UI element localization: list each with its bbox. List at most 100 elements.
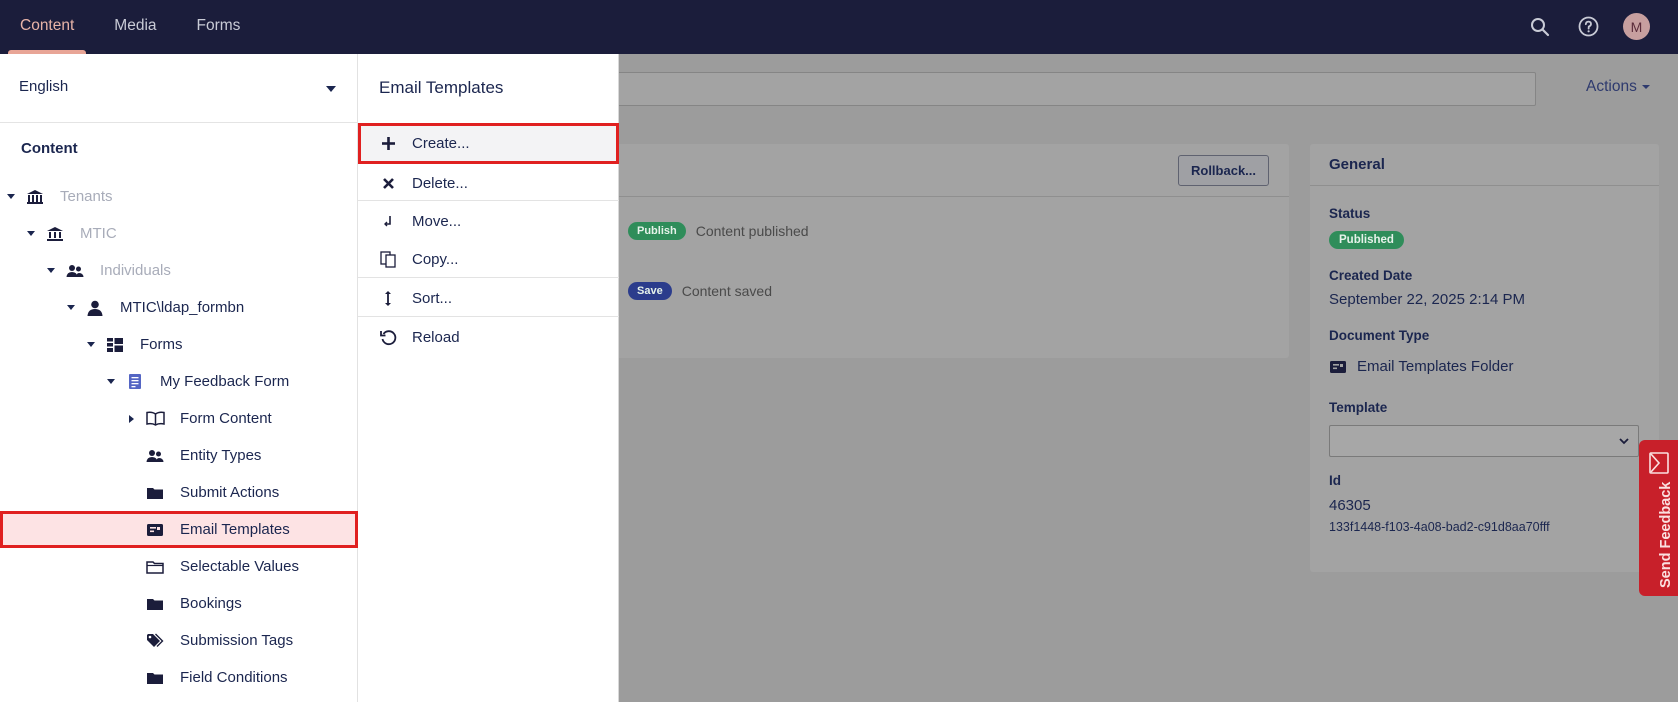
general-title: General	[1329, 156, 1385, 173]
tree-node-forms[interactable]: Forms	[0, 326, 358, 363]
folder-icon	[144, 483, 166, 503]
node-label: MTIC	[80, 225, 117, 242]
menu-item-create[interactable]: Create...	[358, 123, 619, 164]
history-card: Rollback... Publish Content published Sa…	[560, 144, 1289, 358]
divider	[358, 200, 619, 201]
node-label: MTIC\ldap_formbn	[120, 299, 245, 316]
nav-forms[interactable]: Forms	[177, 0, 261, 54]
tree-node-mtic[interactable]: MTIC	[0, 215, 358, 252]
tree-node-my-feedback-form[interactable]: My Feedback Form	[0, 363, 358, 400]
node-label: My Feedback Form	[160, 373, 290, 390]
menu-item-label: Reload	[412, 328, 460, 346]
expand-toggle[interactable]	[124, 414, 138, 423]
tree-node-user[interactable]: MTIC\ldap_formbn	[0, 289, 358, 326]
close-icon	[378, 173, 398, 193]
caret-down-icon	[1642, 85, 1651, 89]
move-arrow-icon	[378, 211, 398, 231]
menu-item-move[interactable]: Move...	[358, 202, 619, 240]
tree-node-form-content[interactable]: Form Content	[0, 400, 358, 437]
tree-node-bookings[interactable]: Bookings	[0, 585, 358, 622]
actions-label: Actions	[1586, 78, 1637, 95]
expand-toggle[interactable]	[44, 268, 58, 273]
document-icon	[124, 372, 146, 392]
email-card-icon	[144, 520, 166, 540]
publish-badge: Publish	[628, 222, 686, 240]
reload-icon	[378, 327, 398, 347]
language-select[interactable]: English	[0, 54, 358, 123]
main-navigation: Content Media Forms	[0, 0, 260, 54]
node-label: Entity Types	[180, 447, 262, 464]
tree-node-entity-types[interactable]: Entity Types	[0, 437, 358, 474]
expand-toggle[interactable]	[4, 194, 18, 199]
created-date-value: September 22, 2025 2:14 PM	[1329, 291, 1525, 308]
status-label: Status	[1329, 206, 1371, 221]
tree-node-submit-actions[interactable]: Submit Actions	[0, 474, 358, 511]
history-text: Content saved	[681, 283, 772, 299]
copy-icon	[378, 249, 398, 269]
node-label: Email Templates	[180, 521, 290, 538]
divider	[560, 196, 1289, 197]
users-icon	[144, 446, 166, 466]
top-bar: Content Media Forms M	[0, 0, 1678, 54]
node-name-input[interactable]	[560, 72, 1536, 106]
tenants-icon	[24, 187, 46, 207]
menu-item-label: Delete...	[412, 174, 468, 192]
language-value: English	[19, 78, 69, 95]
users-icon	[64, 261, 86, 281]
created-date-label: Created Date	[1329, 268, 1413, 283]
tree-node-selectable-values[interactable]: Selectable Values	[0, 548, 358, 585]
node-label: Field Conditions	[180, 669, 288, 686]
menu-item-label: Copy...	[412, 250, 459, 268]
expand-toggle[interactable]	[84, 342, 98, 347]
node-label: Form Content	[180, 410, 272, 427]
menu-item-sort[interactable]: Sort...	[358, 279, 619, 317]
tree-node-field-conditions[interactable]: Field Conditions	[0, 659, 358, 696]
id-value: 46305	[1329, 497, 1371, 514]
tree-title: Content	[21, 140, 78, 157]
folder-icon	[144, 668, 166, 688]
menu-item-delete[interactable]: Delete...	[358, 164, 619, 202]
content-tree-panel: English Content Tenants MTIC Individuals…	[0, 54, 358, 702]
actions-button[interactable]: Actions	[1586, 78, 1651, 96]
plus-icon	[378, 134, 398, 154]
menu-title: Email Templates	[379, 78, 504, 97]
tree-node-email-templates[interactable]: Email Templates	[0, 511, 358, 548]
id-label: Id	[1329, 473, 1341, 488]
node-label: Submit Actions	[180, 484, 280, 501]
avatar[interactable]: M	[1623, 13, 1650, 40]
nav-media[interactable]: Media	[94, 0, 176, 54]
template-select[interactable]	[1329, 425, 1639, 457]
node-label: Submission Tags	[180, 632, 294, 649]
node-label: Bookings	[180, 595, 242, 612]
menu-item-reload[interactable]: Reload	[358, 318, 619, 356]
history-entry: Publish Content published	[628, 222, 809, 240]
expand-toggle[interactable]	[64, 305, 78, 310]
node-label: Forms	[140, 336, 183, 353]
document-type-label: Document Type	[1329, 328, 1430, 343]
history-entry: Save Content saved	[628, 282, 772, 300]
folder-icon	[144, 594, 166, 614]
menu-item-label: Create...	[412, 135, 470, 152]
book-icon	[144, 409, 166, 429]
expand-toggle[interactable]	[104, 379, 118, 384]
send-feedback-button[interactable]: Send Feedback	[1639, 440, 1678, 596]
menu-item-copy[interactable]: Copy...	[358, 240, 619, 278]
forms-grid-icon	[104, 335, 126, 355]
help-icon[interactable]	[1575, 14, 1601, 40]
top-icons: M	[1527, 13, 1650, 40]
rollback-button[interactable]: Rollback...	[1178, 155, 1269, 186]
nav-content[interactable]: Content	[0, 0, 94, 54]
document-type: Email Templates Folder	[1329, 358, 1513, 375]
general-info-card: General Status Published Created Date Se…	[1310, 144, 1659, 572]
document-type-value[interactable]: Email Templates Folder	[1357, 358, 1513, 375]
search-icon[interactable]	[1527, 14, 1553, 40]
menu-item-label: Move...	[412, 212, 462, 230]
sort-icon	[378, 288, 398, 308]
node-label: Tenants	[60, 188, 113, 205]
node-label: Individuals	[100, 262, 171, 279]
tree-node-tenants[interactable]: Tenants	[0, 178, 358, 215]
template-label: Template	[1329, 400, 1388, 415]
expand-toggle[interactable]	[24, 231, 38, 236]
tree-node-submission-tags[interactable]: Submission Tags	[0, 622, 358, 659]
tree-node-individuals[interactable]: Individuals	[0, 252, 358, 289]
